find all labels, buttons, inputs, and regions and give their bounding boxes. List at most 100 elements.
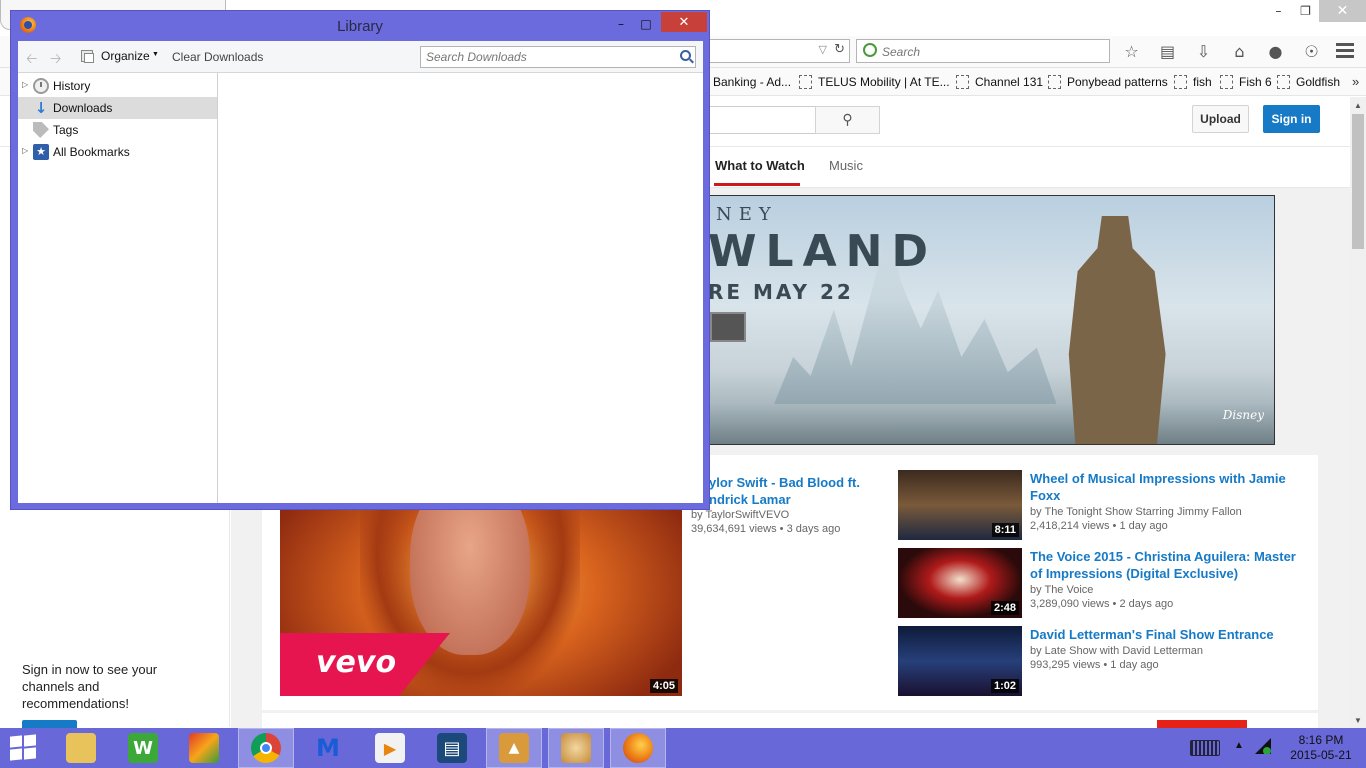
minimize-icon[interactable]: – [1265,0,1292,22]
chevron-down-icon[interactable]: ▼ [152,51,159,58]
expand-triangle-icon[interactable]: ▷ [22,80,28,89]
search-icon[interactable] [680,50,691,61]
close-icon[interactable]: ✕ [661,12,707,32]
guide-signin-message: Sign in now to see your channels and rec… [22,662,158,711]
tree-item-history[interactable]: ▷ History [18,75,217,97]
tree-item-all-bookmarks[interactable]: ▷ ★ All Bookmarks [18,141,217,163]
bookmarks-overflow-icon[interactable]: » [1352,74,1359,89]
bookmark-item[interactable]: Fish 6 [1220,75,1272,89]
banner-line-1: NEY [716,204,778,225]
url-bar[interactable]: ▽ ↻ [708,39,850,63]
bookmark-item[interactable]: Banking - Ad... [713,75,791,89]
library-title: Library [337,18,383,35]
promo-banner[interactable]: NEY WLAND RE MAY 22 Disney [709,195,1275,445]
tree-item-downloads[interactable]: ↓ Downloads [18,97,217,119]
windows-start-icon[interactable] [10,734,38,762]
library-tree: ▷ History ↓ Downloads Tags ▷ ★ All Bookm… [18,73,218,503]
paint-icon[interactable] [548,728,604,768]
bookmark-item[interactable]: TELUS Mobility | At TE... [799,75,950,89]
sync-icon[interactable]: ☉ [1300,40,1323,62]
page-icon [956,75,969,89]
organize-button[interactable]: Organize [101,49,150,63]
video-title[interactable]: Wheel of Musical Impressions with Jamie … [1030,470,1310,504]
bookmark-item[interactable]: fish [1174,75,1212,89]
firefox-toolbar-icons: ☆ ▤ ⇩ ⌂ ● ☉ [1120,40,1323,62]
search-placeholder: Search [882,45,921,59]
media-player-icon[interactable]: ▶ [362,728,418,768]
video-title[interactable]: The Voice 2015 - Christina Aguilera: Mas… [1030,548,1310,582]
url-dropdown-icon[interactable]: ▽ [819,43,827,56]
history-icon [33,78,49,94]
system-clock[interactable]: 8:16 PM 2015-05-21 [1286,733,1356,763]
youtube-search-button[interactable]: ⚲ [815,106,880,134]
list-item[interactable]: 2:48 The Voice 2015 - Christina Aguilera… [898,548,1318,620]
scroll-down-icon[interactable]: ▼ [1350,712,1366,728]
chrome-icon[interactable] [238,728,294,768]
library-toolbar: 🡠 🡢 Organize ▼ Clear Downloads Search Do… [18,41,703,73]
video-thumbnail[interactable]: 8:11 [898,470,1022,540]
library-client-area: 🡠 🡢 Organize ▼ Clear Downloads Search Do… [18,41,703,503]
sign-in-button[interactable]: Sign in [1263,105,1320,133]
main-video-stats: 39,634,691 views • 3 days ago [691,523,841,535]
tree-item-tags[interactable]: Tags [18,119,217,141]
mosaic-app-icon[interactable] [176,728,232,768]
tab-what-to-watch[interactable]: What to Watch [715,158,805,173]
bookmark-item[interactable]: Channel 131 [956,75,1043,89]
page-scrollbar[interactable]: ▲ ▼ [1350,97,1366,728]
tab-music[interactable]: Music [829,158,863,173]
downloads-arrow-icon[interactable]: ⇩ [1192,40,1215,62]
video-channel[interactable]: by The Tonight Show Starring Jimmy Fallo… [1030,506,1242,518]
downloads-list[interactable] [218,73,703,503]
bookmark-item[interactable]: Ponybead patterns [1048,75,1168,89]
page-icon [1048,75,1061,89]
expand-triangle-icon[interactable]: ▷ [22,146,28,155]
library-titlebar[interactable]: Library – □ ✕ [11,11,709,41]
video-thumbnail[interactable]: 2:48 [898,548,1022,618]
forward-arrow-icon[interactable]: 🡢 [50,48,61,72]
home-icon[interactable]: ⌂ [1228,40,1251,62]
banner-platform-graphic [710,404,1274,444]
youtube-search-input[interactable] [708,106,816,134]
restore-icon[interactable]: ❐ [1292,0,1319,22]
upload-button[interactable]: Upload [1192,105,1249,133]
chat-icon[interactable]: ● [1264,40,1287,62]
video-thumbnail[interactable]: 1:02 [898,626,1022,696]
list-item[interactable]: 8:11 Wheel of Musical Impressions with J… [898,470,1318,542]
file-explorer-icon[interactable] [53,728,109,768]
video-duration: 2:48 [990,601,1019,615]
search-engine-icon[interactable] [863,43,877,57]
scrollbar-thumb[interactable] [1352,114,1364,249]
banner-cta-button[interactable] [710,312,746,342]
bookmark-star-icon[interactable]: ☆ [1120,40,1143,62]
wps-writer-icon[interactable]: W [115,728,171,768]
close-icon[interactable]: ✕ [1319,0,1366,22]
scroll-up-icon[interactable]: ▲ [1350,97,1366,113]
list-item[interactable]: 1:02 David Letterman's Final Show Entran… [898,626,1318,698]
minimize-icon[interactable]: – [608,14,634,34]
firefox-search-input[interactable]: Search [856,39,1110,63]
video-title[interactable]: David Letterman's Final Show Entrance [1030,626,1310,643]
keyboard-icon[interactable] [1190,740,1220,756]
main-video-title[interactable]: ylor Swift - Bad Blood ft. ndrick Lamar [709,474,879,508]
hamburger-menu-icon[interactable] [1336,43,1354,61]
search-downloads-input[interactable]: Search Downloads [420,46,696,68]
maximize-icon[interactable]: □ [633,14,659,34]
main-video-channel[interactable]: by TaylorSwiftVEVO [691,509,789,521]
clear-downloads-button[interactable]: Clear Downloads [172,50,263,64]
firefox-taskbar-icon[interactable] [610,728,666,768]
cinema-app-icon[interactable]: ▲ [486,728,542,768]
page-icon [1174,75,1187,89]
bookmark-item[interactable]: Goldfish [1277,75,1340,89]
page-icon [799,75,812,89]
malwarebytes-icon[interactable]: M [300,728,356,768]
reload-icon[interactable]: ↻ [834,42,845,57]
back-arrow-icon[interactable]: 🡠 [26,48,37,72]
video-channel[interactable]: by The Voice [1030,584,1093,596]
video-channel[interactable]: by Late Show with David Letterman [1030,645,1203,657]
video-stats: 993,295 views • 1 day ago [1030,659,1159,671]
reading-list-icon[interactable]: ▤ [1156,40,1179,62]
banner-line-3: RE MAY 22 [709,280,854,304]
video-app-icon[interactable]: ▤ [424,728,480,768]
network-icon[interactable] [1255,738,1271,754]
tray-arrow-icon[interactable]: ▲ [1234,740,1244,751]
